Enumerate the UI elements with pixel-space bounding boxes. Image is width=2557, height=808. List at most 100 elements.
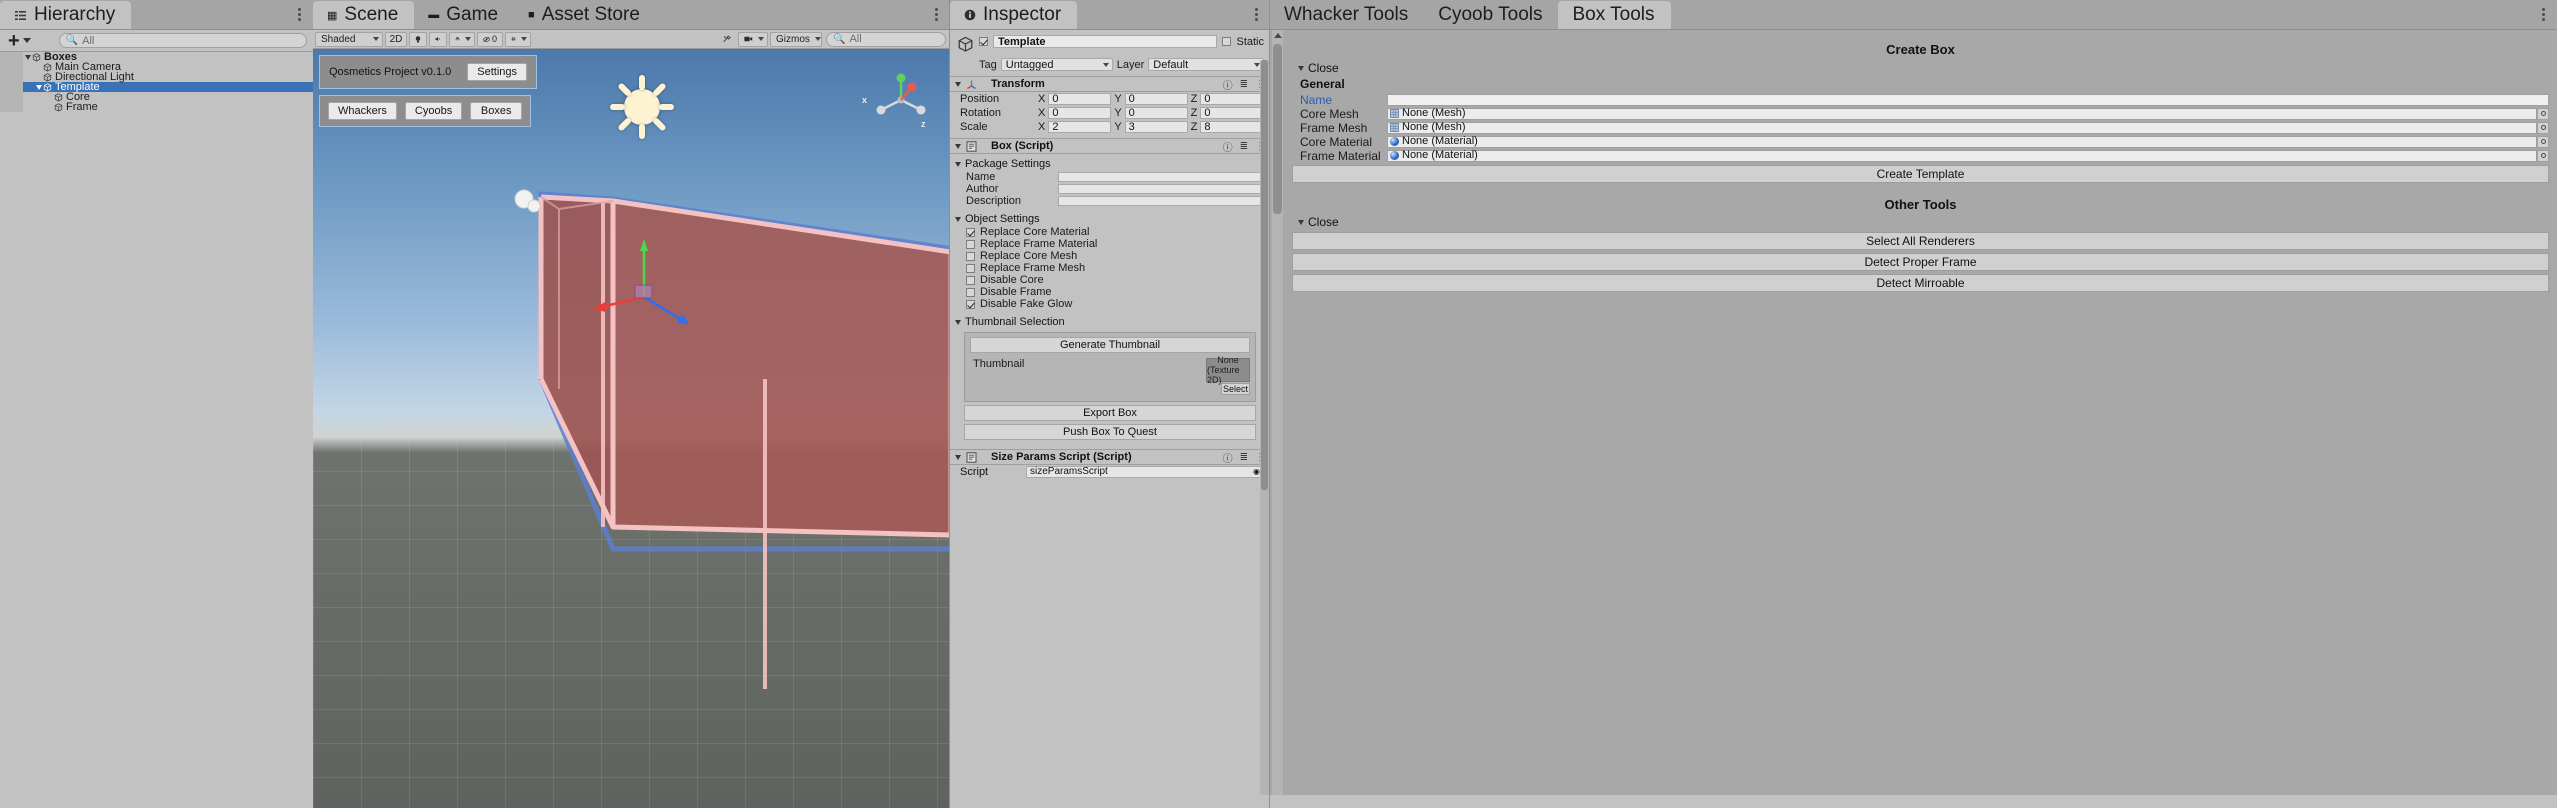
object-settings-section[interactable]: Object Settings (950, 212, 1270, 226)
static-checkbox[interactable] (1222, 37, 1232, 46)
transform-scale-y[interactable]: 3 (1124, 121, 1188, 133)
gizmos-dropdown[interactable]: Gizmos (770, 31, 822, 47)
expand-toggle[interactable] (23, 54, 32, 60)
hierarchy-item-main-camera[interactable]: Main Camera (0, 62, 313, 73)
hierarchy-tab-menu-icon[interactable] (292, 4, 306, 24)
hierarchy-item-directional-light[interactable]: Directional Light (0, 72, 313, 83)
overlay-tab-whackers[interactable]: Whackers (328, 102, 397, 120)
create-box-frame-mesh-field[interactable]: None (Mesh) (1387, 121, 2537, 134)
transform-scale-x[interactable]: 2 (1048, 121, 1112, 133)
create-box-frame-material-field[interactable]: None (Material) (1387, 149, 2537, 162)
transform-position-y[interactable]: 0 (1124, 93, 1188, 105)
hierarchy-search-input[interactable]: 🔍 All (58, 33, 307, 48)
inspector-scroll-thumb[interactable] (1261, 60, 1268, 490)
script-object-field[interactable]: sizeParamsScript ◉ (1026, 465, 1264, 478)
other-tools-close-toggle[interactable]: Close (1298, 215, 2549, 229)
box-tools-tab-menu-icon[interactable] (2536, 4, 2550, 24)
scene-lighting-toggle[interactable] (409, 31, 427, 47)
hierarchy-item-template[interactable]: Template (0, 82, 313, 93)
object-picker-button[interactable] (2537, 135, 2549, 148)
tab-scene[interactable]: ▦ Scene (313, 1, 415, 29)
create-box-core-mesh-field[interactable]: None (Mesh) (1387, 107, 2537, 120)
detect-proper-frame-button[interactable]: Detect Proper Frame (1292, 253, 2549, 271)
scene-hidden-objects-toggle[interactable]: 0 (477, 31, 503, 47)
checkbox-disable-core[interactable] (966, 275, 975, 285)
scene-audio-toggle[interactable] (429, 31, 447, 47)
create-box-core-material-field[interactable]: None (Material) (1387, 135, 2537, 148)
tab-cyoob-tools[interactable]: Cyoob Tools (1424, 1, 1558, 29)
scene-canvas[interactable]: Qosmetics Project v0.1.0 Settings Whacke… (313, 49, 950, 808)
tab-hierarchy[interactable]: Hierarchy (0, 1, 132, 29)
toggle-2d-button[interactable]: 2D (385, 31, 407, 47)
preset-icon[interactable]: ≣ (1240, 452, 1248, 463)
tab-whacker-tools[interactable]: Whacker Tools (1270, 1, 1424, 29)
push-box-to-quest-button[interactable]: Push Box To Quest (964, 424, 1256, 440)
scene-fx-dropdown[interactable] (449, 31, 475, 47)
help-icon[interactable]: ⓘ (1223, 139, 1233, 154)
object-picker-button[interactable] (2537, 121, 2549, 134)
object-picker-button[interactable] (2537, 107, 2549, 120)
create-template-button[interactable]: Create Template (1292, 165, 2549, 183)
scene-camera-dropdown[interactable] (738, 31, 768, 47)
inspector-scrollbar[interactable] (1260, 60, 1269, 795)
overlay-tab-boxes[interactable]: Boxes (470, 102, 523, 120)
transform-component-header[interactable]: Transform ⓘ ≣ ⋮ (950, 76, 1270, 92)
checkbox-disable-fake-glow[interactable] (966, 299, 975, 309)
package-field-input-description[interactable] (1058, 196, 1264, 206)
box-tools-scrollbar[interactable] (1272, 30, 1283, 795)
select-all-renderers-button[interactable]: Select All Renderers (1292, 232, 2549, 250)
thumbnail-object-slot[interactable]: None (Texture 2D) (1206, 355, 1250, 385)
box-tools-scroll-thumb[interactable] (1273, 44, 1282, 214)
checkbox-replace-frame-material[interactable] (966, 239, 975, 249)
tag-dropdown[interactable]: Untagged (1000, 58, 1113, 71)
package-field-input-name[interactable] (1058, 172, 1264, 182)
thumbnail-select-button[interactable]: Select (1221, 383, 1250, 395)
generate-thumbnail-button[interactable]: Generate Thumbnail (970, 337, 1250, 353)
hierarchy-item-core[interactable]: Core (0, 92, 313, 103)
transform-scale-z[interactable]: 8 (1200, 121, 1264, 133)
checkbox-replace-core-material[interactable] (966, 227, 975, 237)
checkbox-replace-frame-mesh[interactable] (966, 263, 975, 273)
checkbox-replace-core-mesh[interactable] (966, 251, 975, 261)
hierarchy-item-boxes[interactable]: Boxes (0, 52, 313, 63)
create-box-close-toggle[interactable]: Close (1298, 61, 2549, 75)
hierarchy-item-frame[interactable]: Frame (0, 102, 313, 113)
scene-tab-menu-icon[interactable] (929, 4, 943, 24)
qosmetics-settings-button[interactable]: Settings (467, 63, 528, 81)
transform-rotation-z[interactable]: 0 (1200, 107, 1264, 119)
object-picker-button[interactable] (2537, 149, 2549, 162)
detect-mirroable-button[interactable]: Detect Mirroable (1292, 274, 2549, 292)
layer-dropdown[interactable]: Default (1148, 58, 1264, 71)
box-script-component-header[interactable]: Box (Script) ⓘ ≣ ⋮ (950, 138, 1270, 154)
transform-rotation-x[interactable]: 0 (1048, 107, 1112, 119)
tab-asset-store[interactable]: ■ Asset Store (514, 1, 656, 29)
preset-icon[interactable]: ≣ (1240, 79, 1248, 90)
scene-orientation-gizmo[interactable]: x z (862, 69, 932, 131)
create-box-name-input[interactable] (1387, 93, 2549, 106)
scroll-up-arrow-icon[interactable] (1273, 33, 1282, 38)
transform-position-z[interactable]: 0 (1200, 93, 1264, 105)
help-icon[interactable]: ⓘ (1223, 450, 1233, 465)
tab-game[interactable]: ▬ Game (414, 1, 514, 29)
overlay-tab-cyoobs[interactable]: Cyoobs (404, 102, 463, 120)
shading-mode-dropdown[interactable]: Shaded (315, 31, 383, 47)
transform-position-x[interactable]: 0 (1048, 93, 1112, 105)
tab-box-tools[interactable]: Box Tools (1558, 1, 1671, 29)
object-enabled-checkbox[interactable] (979, 37, 988, 46)
inspector-tab-menu-icon[interactable] (1249, 4, 1263, 24)
transform-rotation-y[interactable]: 0 (1124, 107, 1188, 119)
tab-inspector[interactable]: Inspector (950, 1, 1078, 29)
export-box-button[interactable]: Export Box (964, 405, 1256, 421)
size-params-component-header[interactable]: Size Params Script (Script) ⓘ ≣ ⋮ (950, 449, 1270, 465)
package-field-input-author[interactable] (1058, 184, 1264, 194)
scene-grid-dropdown[interactable] (505, 31, 531, 47)
expand-toggle[interactable] (34, 84, 43, 90)
thumbnail-section[interactable]: Thumbnail Selection (950, 315, 1270, 329)
help-icon[interactable]: ⓘ (1223, 77, 1233, 92)
package-settings-section[interactable]: Package Settings (950, 157, 1270, 171)
preset-icon[interactable]: ≣ (1240, 141, 1248, 152)
scene-search-input[interactable]: 🔍 All (826, 31, 946, 47)
checkbox-disable-frame[interactable] (966, 287, 975, 297)
scene-tools-button[interactable] (718, 32, 736, 47)
add-gameobject-button[interactable]: + (4, 31, 35, 51)
